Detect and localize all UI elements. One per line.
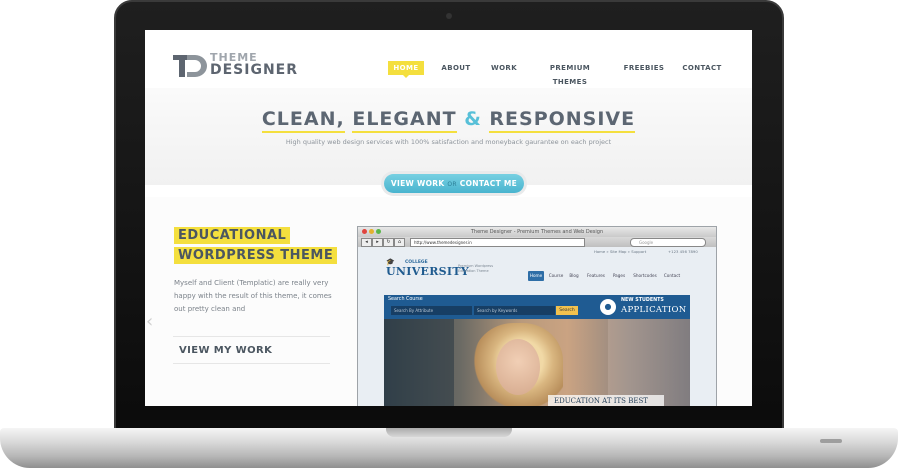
td-logo-icon[interactable] xyxy=(173,53,207,79)
browser-mockup: Theme Designer - Premium Themes and Web … xyxy=(357,226,717,406)
cta-button[interactable]: VIEW WORK OR CONTACT ME xyxy=(384,174,524,193)
univ-nav-home: Home xyxy=(528,271,544,281)
nav-contact[interactable]: CONTACT xyxy=(680,61,724,75)
hero-subtitle: High quality web design services with 10… xyxy=(285,138,612,146)
home-icon: ⌂ xyxy=(394,238,405,247)
photo-shadow-left xyxy=(384,319,454,406)
nav-home[interactable]: HOME xyxy=(388,61,424,78)
univ-tagline: Premium Wordpress Education Theme xyxy=(458,264,494,273)
nav-premium-themes[interactable]: PREMIUM THEMES xyxy=(535,61,605,86)
forward-icon: ▸ xyxy=(372,238,383,247)
logo-text-designer[interactable]: DESIGNER xyxy=(210,62,298,78)
students-icon: ● xyxy=(600,299,616,315)
minimize-dot-icon xyxy=(369,229,374,234)
headline-word-elegant: ELEGANT xyxy=(352,108,457,133)
univ-nav-features: Features xyxy=(586,273,605,278)
back-icon: ◂ xyxy=(361,238,372,247)
headline-ampersand: & xyxy=(464,108,482,130)
mockup-window-title: Theme Designer - Premium Themes and Web … xyxy=(358,227,716,237)
univ-logo-text: UNIVERSITY xyxy=(386,265,469,278)
univ-application: APPLICATION xyxy=(621,305,687,315)
univ-attribute-field: Search By Attribute xyxy=(391,306,472,315)
hero-headline: CLEAN, ELEGANT & RESPONSIVE xyxy=(145,108,752,133)
nav-work[interactable]: WORK xyxy=(486,61,522,75)
univ-top-links: Home » Site Map » Support xyxy=(594,249,647,254)
view-work-button[interactable]: VIEW WORK xyxy=(391,179,445,188)
univ-new-students: NEW STUDENTS xyxy=(621,298,664,303)
univ-search-label: Search Course xyxy=(388,297,423,302)
photo-student-face xyxy=(496,339,540,395)
project-title-line1: EDUCATIONAL xyxy=(174,227,291,244)
maximize-dot-icon xyxy=(376,229,381,234)
headline-word-clean: CLEAN, xyxy=(261,108,345,133)
project-description: Myself and Client (Templatic) are really… xyxy=(174,279,332,313)
cta-or-text: OR xyxy=(447,181,457,188)
close-dot-icon xyxy=(362,229,367,234)
prev-arrow-icon[interactable]: ‹ xyxy=(146,312,156,332)
project-title-line2: WORDPRESS THEME xyxy=(174,247,338,264)
laptop-notch xyxy=(386,428,512,437)
univ-search-button: Search xyxy=(556,306,578,315)
nav-freebies[interactable]: FREEBIES xyxy=(620,61,668,75)
univ-nav-pages: Pages xyxy=(612,273,626,278)
reload-icon: ↻ xyxy=(383,238,394,247)
camera-icon xyxy=(446,13,452,19)
univ-nav-shortcodes: Shortcodes xyxy=(633,273,657,278)
laptop-led xyxy=(820,439,842,443)
laptop-screen: THEME DESIGNER HOME ABOUT WORK PREMIUM T… xyxy=(145,30,752,406)
view-my-work-link[interactable]: VIEW MY WORK xyxy=(173,336,330,364)
photo-shadow-right xyxy=(608,319,690,406)
univ-nav-blog: Blog xyxy=(569,273,579,278)
headline-word-responsive: RESPONSIVE xyxy=(489,108,636,133)
mockup-url-bar: http://www.themedesigner.in xyxy=(410,238,585,247)
nav-about[interactable]: ABOUT xyxy=(438,61,474,75)
univ-caption: EDUCATION AT ITS BEST xyxy=(548,395,664,406)
mockup-search-box: Google xyxy=(630,238,706,247)
univ-nav-course: Course xyxy=(548,273,564,278)
univ-nav-contact: Contact xyxy=(663,273,681,278)
univ-keyword-field: Search by Keywords xyxy=(474,306,555,315)
univ-phone: +123 456 7890 xyxy=(668,249,698,254)
contact-me-button[interactable]: CONTACT ME xyxy=(460,179,517,188)
